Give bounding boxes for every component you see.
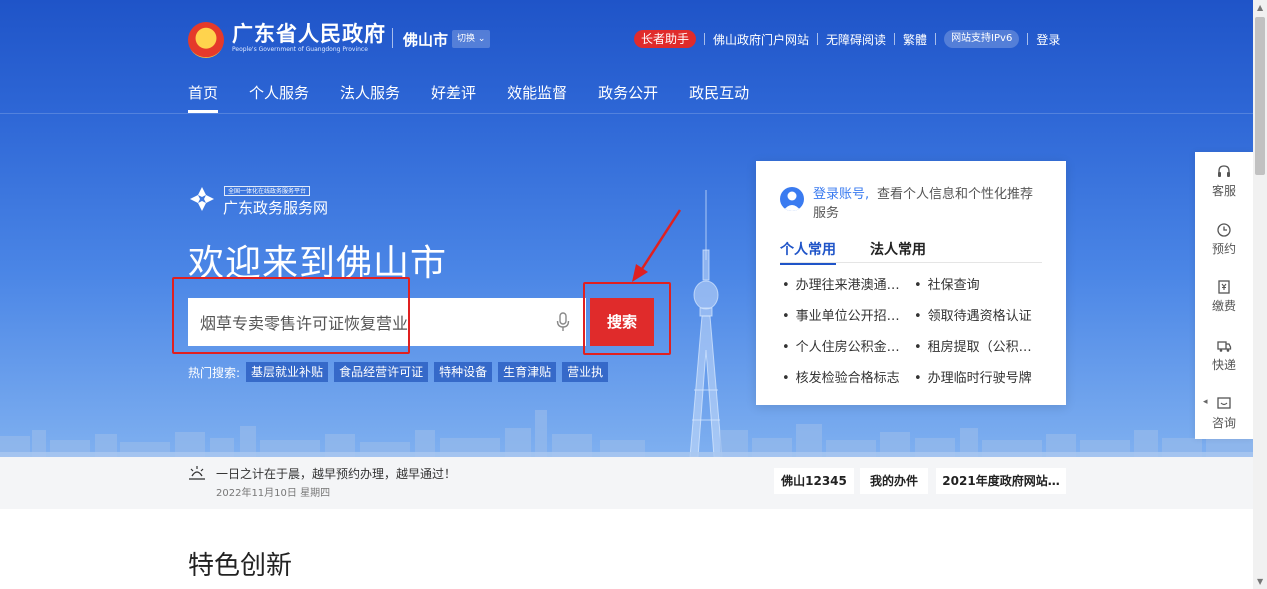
nav-divider xyxy=(0,113,1253,114)
login-description: 查看个人信息和个性化推荐 xyxy=(877,187,1034,202)
annotation-arrow xyxy=(632,209,682,282)
platform-logo-icon xyxy=(190,187,214,211)
header-divider xyxy=(392,28,393,48)
hot-search-tag[interactable]: 生育津贴 xyxy=(498,362,557,382)
scroll-down-arrow-icon[interactable]: ▼ xyxy=(1257,577,1263,586)
link-divider xyxy=(935,33,937,45)
sunrise-icon xyxy=(189,466,205,480)
tab-corporate-frequent[interactable]: 法人常用 xyxy=(870,239,926,263)
traditional-chinese-link[interactable]: 繁體 xyxy=(903,31,927,48)
link-divider xyxy=(894,33,896,45)
nav-public-interaction[interactable]: 政民互动 xyxy=(689,82,749,113)
quick-link[interactable]: 租房提取（公积… xyxy=(914,336,1032,355)
top-links-bar: 长者助手 佛山政府门户网站 无障碍阅读 繁體 网站支持IPv6 登录 xyxy=(634,30,1060,48)
scroll-up-arrow-icon[interactable]: ▲ xyxy=(1257,3,1263,12)
city-switch-label: 切换 xyxy=(457,34,476,44)
my-applications-button[interactable]: 我的办件 xyxy=(860,468,928,494)
nav-home[interactable]: 首页 xyxy=(188,82,219,113)
nav-evaluation[interactable]: 好差评 xyxy=(431,82,476,113)
daily-slogan: 一日之计在于晨，越早预约办理，越早通过！ xyxy=(216,467,457,481)
current-date: 2022年11月10日 星期四 xyxy=(216,488,331,499)
annotation-highlight-search xyxy=(172,277,410,354)
accessibility-link[interactable]: 无障碍阅读 xyxy=(826,31,886,48)
login-description-cont: 服务 xyxy=(813,206,840,221)
side-item-label: 咨询 xyxy=(1211,416,1236,430)
hot-search-tag[interactable]: 特种设备 xyxy=(434,362,493,382)
quick-link[interactable]: 办理临时行驶号牌 xyxy=(914,367,1032,386)
clock-icon xyxy=(1217,223,1231,237)
ipv6-badge: 网站支持IPv6 xyxy=(944,30,1020,48)
annotation-highlight-button xyxy=(583,282,671,355)
side-item-label: 客服 xyxy=(1211,184,1236,198)
side-appointment[interactable]: 预约 xyxy=(1195,222,1253,257)
hot-search-tag[interactable]: 食品经营许可证 xyxy=(334,362,429,382)
platform-name[interactable]: 广东政务服务网 xyxy=(223,197,328,218)
payment-icon xyxy=(1218,280,1230,294)
quick-link[interactable]: 个人住房公积金… xyxy=(782,336,900,355)
hotline-12345-button[interactable]: 佛山12345 xyxy=(774,468,854,494)
nav-corporate-services[interactable]: 法人服务 xyxy=(340,82,400,113)
chat-icon xyxy=(1217,397,1231,409)
user-avatar-icon xyxy=(780,187,804,211)
platform-tagline: 全国一体化在线政务服务平台 xyxy=(224,186,311,196)
microphone-icon[interactable] xyxy=(556,312,570,332)
annual-report-button[interactable]: 2021年度政府网站… xyxy=(936,468,1066,494)
side-payment[interactable]: 缴费 xyxy=(1195,279,1253,314)
login-link[interactable]: 登录 xyxy=(1036,31,1060,48)
quick-link[interactable]: 事业单位公开招… xyxy=(782,305,900,324)
side-delivery[interactable]: 快递 xyxy=(1195,338,1253,373)
side-customer-service[interactable]: 客服 xyxy=(1195,164,1253,199)
quick-link[interactable]: 社保查询 xyxy=(914,274,980,293)
nav-personal-services[interactable]: 个人服务 xyxy=(249,82,309,113)
hot-search-tag[interactable]: 基层就业补贴 xyxy=(246,362,329,382)
elder-helper-button[interactable]: 长者助手 xyxy=(634,30,697,48)
side-item-label: 快递 xyxy=(1211,358,1236,372)
nav-efficiency-supervision[interactable]: 效能监督 xyxy=(507,82,567,113)
main-nav: 首页 个人服务 法人服务 好差评 效能监督 政务公开 政民互动 xyxy=(188,82,780,113)
login-account-link[interactable]: 登录账号, xyxy=(813,183,869,202)
quick-link[interactable]: 办理往来港澳通… xyxy=(782,274,900,293)
site-name-english: People's Government of Guangdong Provinc… xyxy=(232,46,368,53)
site-name[interactable]: 广东省人民政府 xyxy=(232,18,386,48)
hot-search-label: 热门搜索: xyxy=(188,365,241,380)
link-divider xyxy=(817,33,819,45)
city-switch-button[interactable]: 切换 ⌄ xyxy=(452,30,491,48)
city-skyline xyxy=(0,410,1253,457)
portal-link[interactable]: 佛山政府门户网站 xyxy=(713,31,809,48)
hot-search-tag[interactable]: 营业执 xyxy=(562,362,609,382)
side-item-label: 预约 xyxy=(1211,242,1236,256)
side-consult[interactable]: 咨询 xyxy=(1195,396,1253,431)
quick-link[interactable]: 核发检验合格标志 xyxy=(782,367,900,386)
truck-icon xyxy=(1217,341,1232,352)
nav-government-affairs[interactable]: 政务公开 xyxy=(598,82,658,113)
side-item-label: 缴费 xyxy=(1211,299,1236,313)
chevron-down-icon: ⌄ xyxy=(477,34,486,44)
national-emblem-logo[interactable] xyxy=(188,22,224,58)
tabs-underline xyxy=(780,262,1042,263)
current-city: 佛山市 xyxy=(403,31,449,49)
link-divider xyxy=(1027,33,1029,45)
scrollbar-thumb[interactable] xyxy=(1255,17,1265,175)
hot-search-bar: 热门搜索: 基层就业补贴 食品经营许可证 特种设备 生育津贴 营业执 xyxy=(188,362,648,382)
link-divider xyxy=(704,33,706,45)
headset-icon xyxy=(1218,165,1230,177)
quick-link[interactable]: 领取待遇资格认证 xyxy=(914,305,1032,324)
section-title: 特色创新 xyxy=(188,551,293,581)
